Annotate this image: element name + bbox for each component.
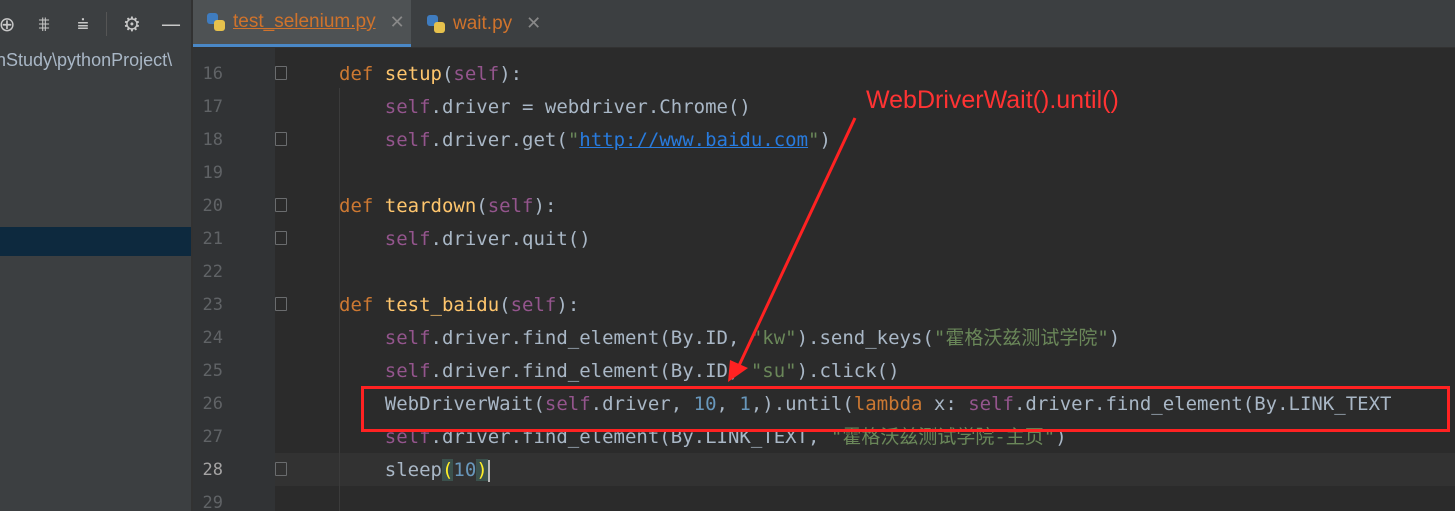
gear-icon[interactable]: ⚙ [121,12,143,36]
line-number: 18 [202,130,223,150]
line-number: 27 [202,427,223,447]
selected-tree-row[interactable] [0,227,191,256]
line-number: 29 [202,493,223,511]
line-number: 25 [202,361,223,381]
tab-test-selenium[interactable]: test_selenium.py ✕ [193,0,411,47]
line-number: 23 [202,295,223,315]
text-caret [487,459,490,482]
fold-marker-icon[interactable] [275,132,287,146]
line-number: 21 [202,229,223,249]
python-file-icon [427,14,445,33]
code-line-24[interactable]: self.driver.find_element(By.ID, "kw").se… [339,322,1120,355]
fold-marker-icon[interactable] [275,231,287,245]
code-editor[interactable]: 16 17 18 19 20 21 22 23 24 25 26 27 28 2… [193,48,1455,511]
tab-wait[interactable]: wait.py ✕ [413,0,553,47]
sidebar-toolbar: ⊕ ⩨ ⩧ ⚙ — [0,0,191,48]
line-number: 24 [202,328,223,348]
code-line-20[interactable]: def teardown(self): [339,190,556,223]
code-line-28[interactable]: sleep(10) [339,454,490,487]
line-number-current: 28 [202,460,223,480]
fold-marker-icon[interactable] [275,462,287,476]
project-sidebar: ⊕ ⩨ ⩧ ⚙ — nStudy\pythonProject\ [0,0,191,511]
annotation-highlight-box [361,386,1450,432]
close-icon[interactable]: ✕ [526,13,541,34]
fold-marker-icon[interactable] [275,198,287,212]
line-number: 26 [202,394,223,414]
line-number: 17 [202,97,223,117]
close-icon[interactable]: ✕ [390,12,405,33]
line-number: 20 [202,196,223,216]
toolbar-divider [106,12,107,36]
code-line-18[interactable]: self.driver.get("http://www.baidu.com") [339,124,831,157]
project-path[interactable]: nStudy\pythonProject\ [0,50,172,71]
python-file-icon [207,13,225,31]
code-line-23[interactable]: def test_baidu(self): [339,289,579,322]
tab-label: wait.py [453,12,513,34]
annotation-label: WebDriverWait().until() [866,86,1119,114]
expand-all-icon[interactable]: ⩨ [33,12,55,36]
code-line-21[interactable]: self.driver.quit() [339,223,591,256]
line-number: 16 [202,64,223,84]
code-line-16[interactable]: def setup(self): [339,58,522,91]
hide-icon[interactable]: — [160,12,182,36]
line-number: 22 [202,262,223,282]
line-number: 19 [202,163,223,183]
locate-icon[interactable]: ⊕ [0,12,18,36]
fold-marker-icon[interactable] [275,297,287,311]
editor-tab-bar: test_selenium.py ✕ wait.py ✕ [193,0,1455,48]
collapse-all-icon[interactable]: ⩧ [72,12,94,36]
code-line-25[interactable]: self.driver.find_element(By.ID, "su").cl… [339,355,900,388]
line-number-gutter: 16 17 18 19 20 21 22 23 24 25 26 27 28 2… [193,48,275,511]
code-line-17[interactable]: self.driver = webdriver.Chrome() [339,91,751,124]
fold-marker-icon[interactable] [275,66,287,80]
tab-label: test_selenium.py [233,11,376,32]
